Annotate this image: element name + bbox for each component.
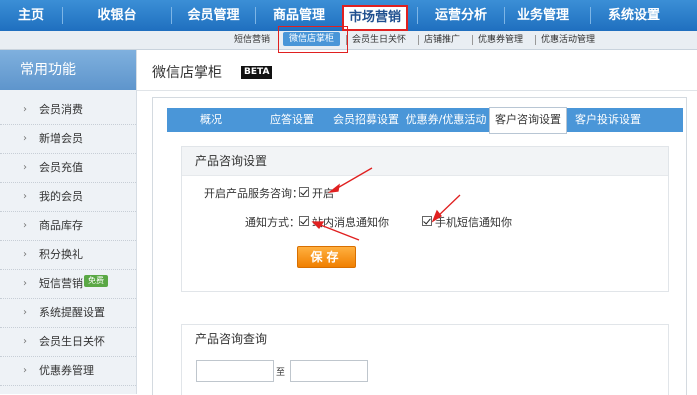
arrow-head xyxy=(311,221,325,230)
annotation-arrows xyxy=(311,167,461,241)
arrow-head xyxy=(327,183,340,193)
arrow-line xyxy=(333,167,373,191)
arrow-line xyxy=(317,223,360,241)
arrow-head xyxy=(431,209,442,223)
